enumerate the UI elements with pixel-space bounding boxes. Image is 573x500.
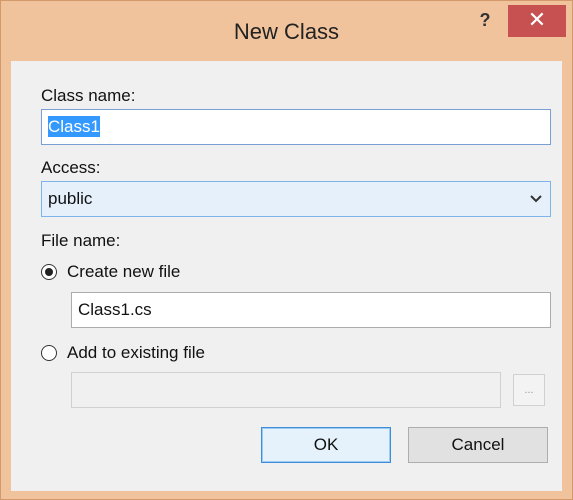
access-label: Access: (41, 158, 101, 177)
class-name-value: Class1 (48, 116, 100, 137)
class-name-input[interactable]: Class1 (41, 109, 551, 145)
class-name-label: Class name: (41, 86, 136, 105)
create-new-file-radio[interactable] (41, 264, 57, 280)
new-file-value: Class1.cs (78, 300, 152, 319)
file-name-label: File name: (41, 231, 121, 250)
browse-button[interactable]: ... (513, 374, 545, 406)
create-new-file-option[interactable]: Create new file (41, 262, 180, 282)
close-button[interactable]: ✕ (508, 5, 566, 37)
title-bar[interactable]: New Class ? ✕ (1, 1, 572, 61)
ok-button[interactable]: OK (261, 427, 391, 463)
dialog-body: Class name: Class1 Access: public File n… (11, 61, 562, 491)
existing-file-input[interactable] (71, 372, 501, 408)
create-new-file-label: Create new file (67, 262, 181, 281)
new-file-input[interactable]: Class1.cs (71, 292, 551, 328)
help-button[interactable]: ? (466, 7, 504, 33)
access-value: public (48, 189, 93, 208)
add-existing-file-radio[interactable] (41, 345, 57, 361)
cancel-button[interactable]: Cancel (408, 427, 548, 463)
new-class-dialog: New Class ? ✕ Class name: Class1 Access:… (0, 0, 573, 500)
access-select[interactable]: public (41, 181, 551, 217)
add-existing-file-option[interactable]: Add to existing file (41, 343, 205, 363)
add-existing-file-label: Add to existing file (67, 343, 205, 362)
chevron-down-icon (530, 195, 542, 203)
close-icon: ✕ (527, 7, 547, 32)
